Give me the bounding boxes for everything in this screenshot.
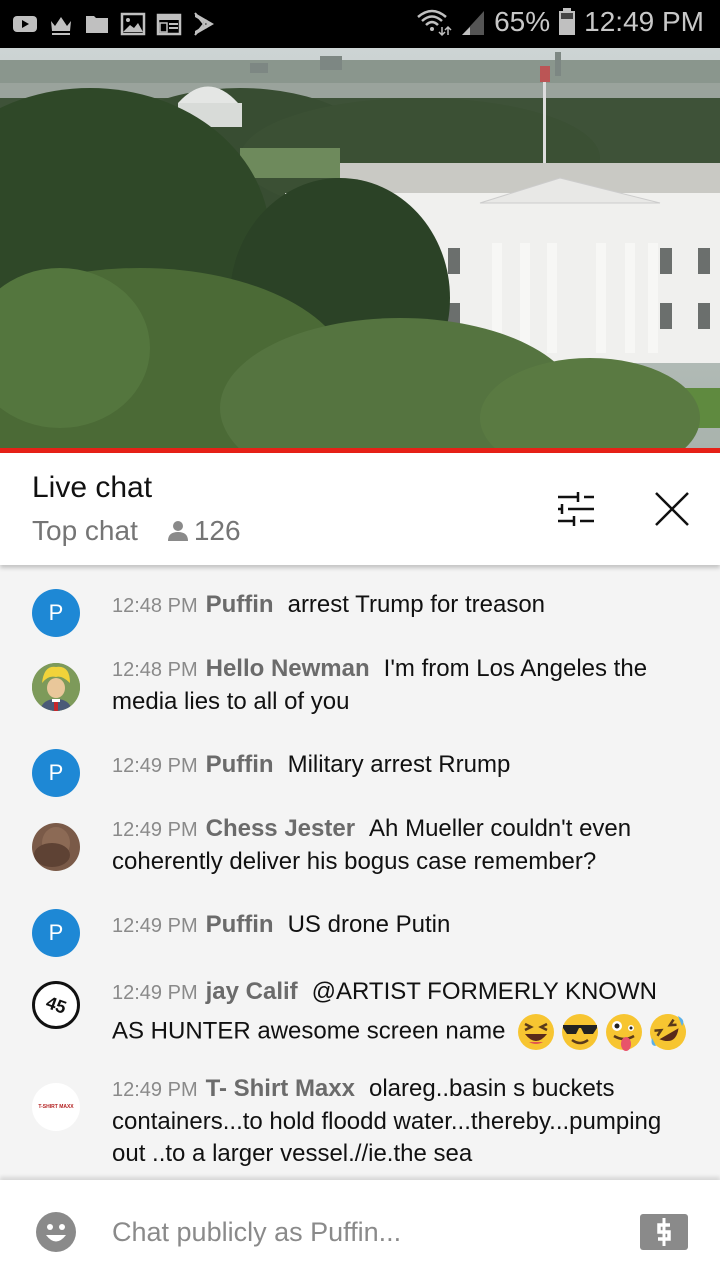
sliders-icon [558, 492, 594, 526]
chat-input-bar [0, 1180, 720, 1280]
gallery-icon [120, 12, 146, 36]
viewer-count-value: 126 [193, 515, 241, 546]
chat-message-input[interactable] [112, 1210, 592, 1254]
avatar-image [32, 663, 80, 711]
chat-mode-label: Top chat [32, 515, 138, 546]
avatar-image [32, 823, 80, 871]
chat-message-list[interactable]: P 12:48 PM Puffin arrest Trump for treason… [0, 565, 720, 1180]
avatar[interactable]: P [32, 589, 80, 637]
message-author[interactable]: T- Shirt Maxx [206, 1075, 355, 1102]
status-right: 65% 12:49 PM [416, 6, 704, 38]
notification-icons [12, 12, 218, 36]
filter-button[interactable] [554, 487, 598, 531]
chat-header: Live chat Top chat 126 [0, 453, 720, 565]
smiley-icon [36, 1212, 76, 1252]
message-body: 12:49 PM Puffin Military arrest Rrump [112, 749, 690, 782]
sunglasses-emoji [562, 1014, 599, 1050]
avatar[interactable]: P [32, 909, 80, 957]
message-time: 12:49 PM [112, 915, 198, 937]
message-author[interactable]: Puffin [206, 911, 274, 938]
message-author[interactable]: Hello Newman [206, 655, 370, 682]
chat-title: Live chat [32, 471, 153, 504]
close-icon [655, 492, 689, 526]
crown-icon [51, 17, 71, 35]
message-author[interactable]: Puffin [206, 591, 274, 618]
video-player[interactable] [0, 48, 720, 448]
message-author[interactable]: jay Calif [206, 978, 298, 1005]
message-text: US drone Putin [287, 911, 451, 938]
message-author[interactable]: Chess Jester [206, 815, 355, 842]
message-body: 12:49 PM jay Calif @ARTIST FORMERLY KNOWN … [112, 973, 690, 1052]
close-chat-button[interactable] [650, 487, 694, 531]
message-text: arrest Trump for treason [287, 591, 546, 618]
folder-icon [86, 16, 108, 33]
avatar[interactable]: 45 [32, 981, 80, 1029]
play-store-icon [194, 12, 214, 36]
video-frame-white-house [0, 48, 720, 448]
rofl-emoji [650, 1014, 687, 1050]
avatar-letter: P [48, 760, 64, 785]
avatar-letter: P [48, 600, 64, 625]
status-bar: 65% 12:49 PM [0, 0, 720, 48]
avatar[interactable]: P [32, 749, 80, 797]
viewer-count: 126 [166, 515, 241, 547]
super-chat-button[interactable] [640, 1214, 688, 1250]
message-time: 12:48 PM [112, 595, 198, 617]
avatar-letter: P [48, 920, 64, 945]
youtube-icon [13, 16, 37, 32]
emoji-button[interactable] [36, 1212, 76, 1252]
zany-face-emoji [606, 1014, 643, 1051]
chat-mode-selector[interactable]: Top chat 126 [32, 515, 241, 547]
message-time: 12:49 PM [112, 819, 198, 841]
message-time: 12:48 PM [112, 659, 198, 681]
calendar-news-icon [156, 13, 182, 36]
message-body: 12:49 PM T- Shirt Maxx olareg..basin s buc… [112, 1073, 690, 1170]
message-time: 12:49 PM [112, 755, 198, 777]
message-text: Military arrest Rrump [287, 751, 511, 778]
clock: 12:49 PM [584, 6, 704, 37]
message-body: 12:49 PM Chess Jester Ah Mueller couldn't … [112, 813, 690, 878]
dollar-icon [657, 1218, 671, 1246]
message-body: 12:49 PM Puffin US drone Putin [112, 909, 690, 942]
battery-icon [559, 8, 576, 35]
avatar-text: T-SHIRT MAXX [38, 1104, 74, 1110]
message-body: 12:48 PM Hello Newman I'm from Los Angeles… [112, 653, 690, 718]
avatar[interactable] [32, 663, 80, 711]
wifi-icon [417, 9, 452, 37]
avatar-text: 45 [43, 991, 70, 1018]
message-author[interactable]: Puffin [206, 751, 274, 778]
message-time: 12:49 PM [112, 1079, 198, 1101]
signal-icon [462, 11, 485, 35]
message-body: 12:48 PM Puffin arrest Trump for treason [112, 589, 690, 622]
person-icon [167, 521, 188, 541]
battery-percent: 65% [494, 6, 551, 37]
avatar[interactable]: T-SHIRT MAXX [32, 1083, 80, 1131]
avatar[interactable] [32, 823, 80, 871]
grinning-squint-emoji [518, 1014, 555, 1050]
message-time: 12:49 PM [112, 982, 198, 1004]
